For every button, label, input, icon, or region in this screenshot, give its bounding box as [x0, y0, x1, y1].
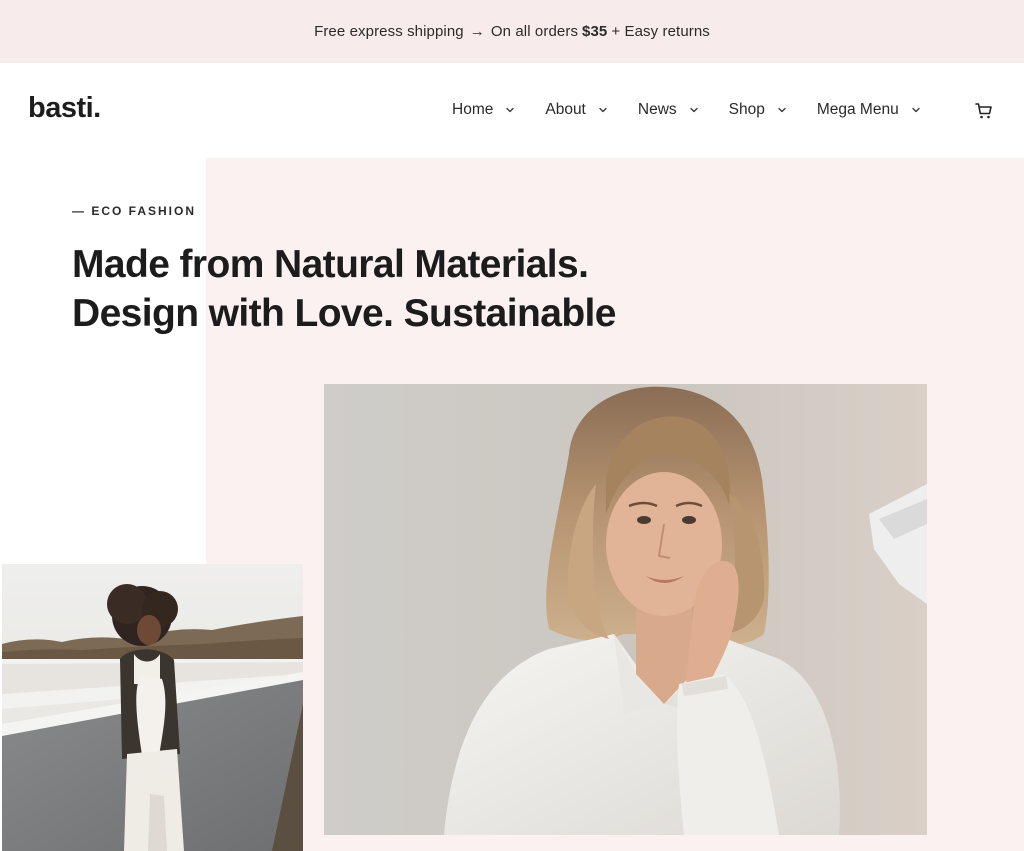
- hero-headline-line-2: Design with Love. Sustainable: [72, 292, 616, 335]
- nav-label: Shop: [728, 101, 765, 118]
- nav-item-shop[interactable]: Shop: [729, 101, 787, 119]
- chevron-down-icon: [599, 107, 607, 113]
- nav-item-home[interactable]: Home: [452, 101, 515, 119]
- hero-headline-line-1: Made from Natural Materials.: [72, 243, 589, 286]
- cart-icon[interactable]: [974, 101, 994, 121]
- woman-on-road-image: [2, 564, 303, 851]
- chevron-down-icon: [912, 107, 920, 113]
- nav-label: Mega Menu: [816, 101, 899, 118]
- announcement-text-middle: On all orders: [490, 23, 579, 40]
- site-header: basti. Home About News Shop Mega Menu: [0, 63, 1024, 158]
- nav-item-about[interactable]: About: [545, 101, 608, 119]
- announcement-bar: Free express shipping → On all orders $3…: [0, 0, 1024, 63]
- hero-main-photo: [324, 384, 927, 835]
- hero-headline: Made from Natural Materials. Design with…: [72, 240, 712, 338]
- announcement-text-before: Free express shipping: [314, 23, 464, 40]
- hero-secondary-photo: [2, 564, 303, 851]
- nav-label: Home: [452, 101, 494, 118]
- announcement-text-after: + Easy returns: [611, 23, 710, 40]
- hero-eyebrow: — ECO FASHION: [72, 204, 197, 218]
- chevron-down-icon: [506, 107, 515, 113]
- chevron-down-icon: [778, 107, 786, 113]
- site-logo[interactable]: basti.: [28, 92, 101, 125]
- nav-item-news[interactable]: News: [638, 101, 699, 119]
- nav-item-mega-menu[interactable]: Mega Menu: [817, 101, 921, 119]
- nav-label: News: [637, 101, 677, 118]
- announcement-amount: $35: [582, 23, 608, 40]
- nav-label: About: [545, 101, 586, 118]
- chevron-down-icon: [689, 107, 698, 113]
- portrait-woman-image: [324, 384, 927, 835]
- main-nav: Home About News Shop Mega Menu: [452, 101, 921, 119]
- arrow-right-icon: →: [469, 23, 485, 40]
